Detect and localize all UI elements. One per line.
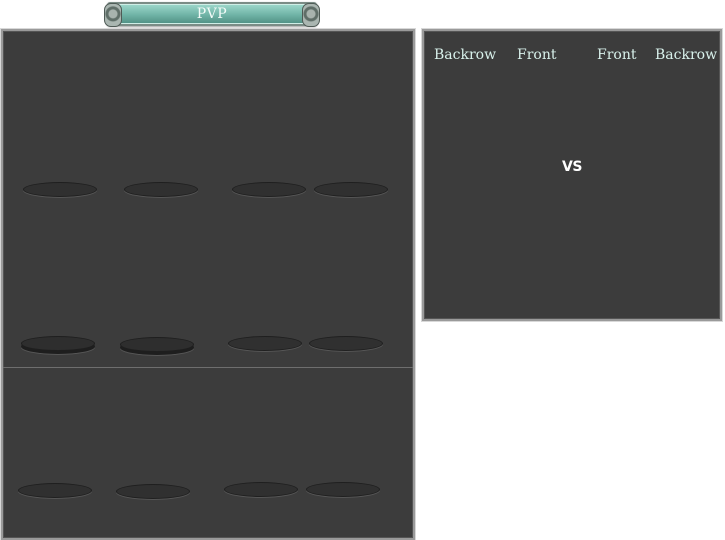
field-divider	[3, 367, 413, 368]
vs-label: VS	[562, 159, 582, 175]
page-title: PVP	[196, 6, 228, 22]
formation-slot[interactable]	[232, 182, 306, 197]
formation-slot[interactable]	[228, 336, 302, 351]
formation-slot[interactable]	[306, 482, 380, 497]
versus-panel: Backrow Front Front Backrow VS	[422, 29, 722, 321]
title-banner: PVP	[104, 2, 320, 27]
formation-slot[interactable]	[314, 182, 388, 197]
banner-right-ornament-icon	[302, 3, 320, 27]
column-label-front-right: Front	[597, 47, 637, 63]
formation-slot[interactable]	[21, 336, 95, 351]
formation-slot[interactable]	[18, 483, 92, 498]
column-label-front-left: Front	[517, 47, 557, 63]
battlefield-panel	[1, 29, 415, 540]
column-label-backrow-left: Backrow	[434, 47, 497, 63]
formation-slot[interactable]	[224, 482, 298, 497]
formation-slot[interactable]	[23, 182, 97, 197]
formation-slot[interactable]	[120, 337, 194, 352]
formation-slot[interactable]	[124, 182, 198, 197]
banner-left-ornament-icon	[104, 3, 122, 27]
pvp-screen: PVP Backrow Front Front Backrow VS	[0, 0, 725, 540]
formation-slot[interactable]	[309, 336, 383, 351]
formation-slot[interactable]	[116, 484, 190, 499]
column-label-backrow-right: Backrow	[655, 47, 718, 63]
